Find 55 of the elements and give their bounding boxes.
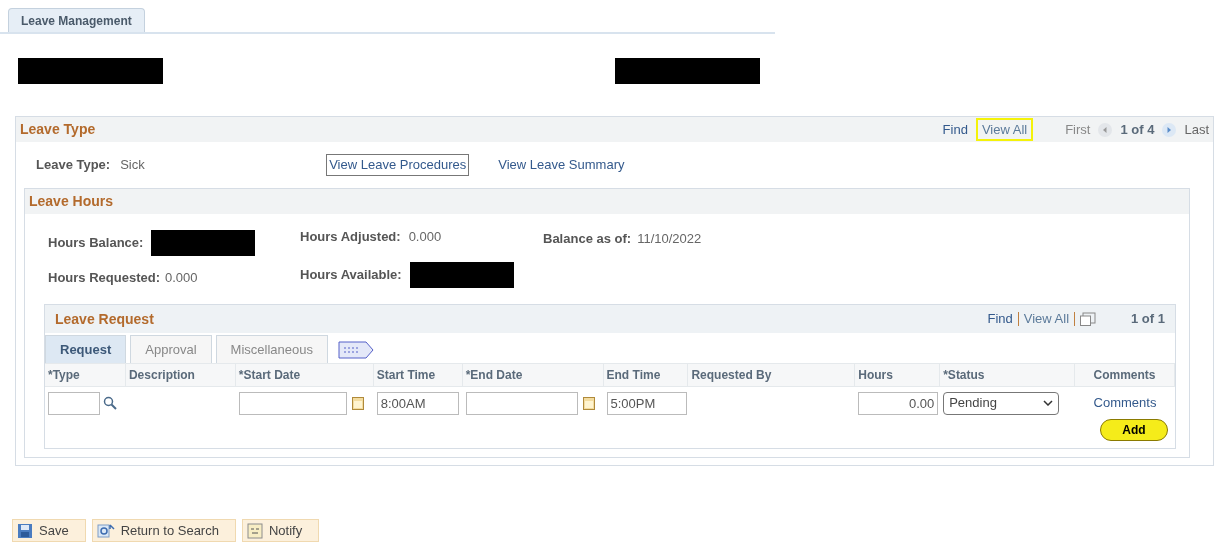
column-header: *Start Date — [235, 364, 374, 386]
column-header: Description — [125, 364, 236, 386]
page-link[interactable]: View Leave Summary — [495, 154, 628, 176]
field-value: 0.000 — [164, 269, 198, 287]
column-header: Comments — [1075, 364, 1175, 386]
column-header: Start Time — [373, 364, 463, 386]
field-label: Hours Available: — [300, 266, 402, 285]
field-label: Hours Balance: — [48, 234, 144, 253]
end-date-field[interactable] — [465, 391, 578, 415]
popout-grid-icon[interactable] — [1080, 312, 1097, 326]
end-time-field[interactable]: 5:00PM — [606, 391, 687, 415]
row-position: 1 of 1 — [1131, 310, 1165, 329]
column-header: Hours — [855, 364, 941, 386]
previous-icon[interactable] — [1098, 122, 1113, 137]
calendar-icon[interactable] — [351, 396, 364, 410]
column-header: Requested By — [688, 364, 856, 386]
panel-title: Leave Hours — [29, 192, 114, 211]
find-link[interactable]: Find — [987, 309, 1013, 329]
field-label: Balance as of: — [543, 230, 632, 248]
type-field[interactable] — [48, 391, 100, 415]
toolbar-button[interactable]: Save — [12, 519, 86, 542]
grid-title: Leave Request — [55, 309, 154, 329]
hours-field[interactable]: 0.00 — [858, 391, 939, 415]
grid-tab[interactable]: Request — [45, 335, 127, 363]
chevron-down-icon — [1043, 400, 1054, 406]
next-icon[interactable] — [1162, 122, 1177, 137]
add-button[interactable]: Add — [1100, 419, 1168, 441]
field-label: Hours Adjusted: — [300, 228, 401, 247]
view-all-link[interactable]: View All — [1023, 309, 1070, 329]
magnifier-arrow-icon — [96, 522, 115, 539]
field-label: Hours Requested: — [48, 269, 160, 287]
column-header: *End Date — [462, 364, 604, 386]
status-dropdown[interactable]: Pending — [943, 391, 1060, 415]
panel-title: Leave Type — [20, 120, 96, 139]
calendar-icon[interactable] — [582, 396, 595, 410]
field-value: 11/10/2022 — [637, 230, 702, 248]
column-header: *Status — [940, 364, 1076, 386]
comments-link[interactable]: Comments — [1093, 393, 1157, 413]
field-value: 0.000 — [408, 228, 442, 247]
find-link[interactable]: Find — [942, 119, 968, 140]
page-link[interactable]: View Leave Procedures — [326, 154, 470, 176]
start-time-field[interactable]: 8:00AM — [376, 391, 459, 415]
page-tab[interactable]: Leave Management — [8, 8, 145, 32]
toolbar-button[interactable]: Notify — [241, 519, 320, 542]
show-all-columns-icon[interactable] — [338, 341, 374, 359]
column-header: *Type — [45, 364, 126, 386]
column-header: End Time — [603, 364, 689, 386]
toolbar-button[interactable]: Return to Search — [91, 519, 236, 542]
field-label: Leave Type: — [36, 156, 111, 175]
note-icon — [246, 522, 263, 539]
search-icon[interactable] — [103, 396, 117, 410]
view-all-link[interactable]: View All — [975, 117, 1034, 142]
page-position: 1 of 4 — [1120, 120, 1155, 139]
field-value: Sick — [120, 156, 146, 175]
start-date-field[interactable] — [238, 391, 347, 415]
